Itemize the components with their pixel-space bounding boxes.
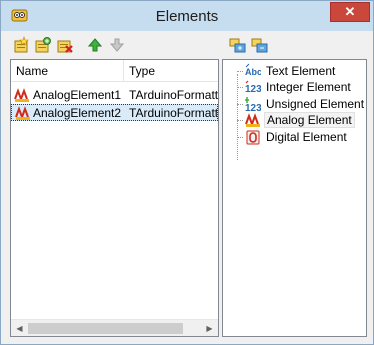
palette-item-text-element[interactable]: Abc Text Element	[223, 63, 366, 79]
palette-item-label: Digital Element	[266, 130, 347, 144]
row-name: AnalogElement1	[33, 88, 122, 102]
tree-connector	[237, 104, 243, 105]
move-down-icon	[109, 38, 125, 52]
text-abc-icon: Abc	[245, 63, 261, 77]
move-down-button[interactable]	[107, 35, 127, 55]
palette-item-unsigned-element[interactable]: 123 Unsigned Element	[223, 96, 366, 112]
add-element-button[interactable]	[12, 35, 32, 55]
row-name: AnalogElement2	[33, 106, 122, 120]
expand-tree-button[interactable]	[228, 35, 248, 55]
digital-icon	[246, 130, 260, 145]
palette-item-label: Unsigned Element	[266, 97, 365, 111]
palette-item-label: Integer Element	[266, 80, 351, 94]
svg-text:123: 123	[245, 103, 261, 112]
analog-icon	[14, 88, 29, 102]
delete-element-icon	[57, 40, 73, 53]
close-button[interactable]: ✕	[330, 2, 370, 22]
unsigned-123-icon: 123	[245, 97, 261, 112]
table-row-selected[interactable]: AnalogElement2 TArduinoFormatte	[11, 104, 218, 121]
element-palette-tree[interactable]: Abc Text Element 123 Integer Element 123	[222, 59, 367, 337]
scrollbar-thumb[interactable]	[28, 323, 183, 334]
row-type: TArduinoFormatte	[129, 106, 217, 120]
scroll-left-button[interactable]: ◀	[11, 320, 28, 337]
table-row[interactable]: AnalogElement1 TArduinoFormatte	[11, 87, 218, 104]
collapse-tree-icon	[251, 38, 268, 53]
palette-item-digital-element[interactable]: Digital Element	[223, 129, 366, 145]
tree-connector	[237, 71, 243, 72]
client-area: Name Type AnalogElement1 TArduinoFormatt…	[8, 31, 367, 339]
tree-connector	[237, 87, 243, 88]
palette-item-analog-element[interactable]: Analog Element	[223, 112, 366, 128]
horizontal-scrollbar[interactable]: ◀ ▶	[11, 319, 218, 336]
palette-item-label: Text Element	[266, 64, 336, 78]
column-header-name[interactable]: Name	[11, 60, 123, 82]
elements-window: Elements ✕ Name Type AnalogElement1 TArd…	[0, 0, 374, 345]
palette-item-integer-element[interactable]: 123 Integer Element	[223, 79, 366, 95]
svg-text:Abc: Abc	[245, 67, 261, 77]
column-header-type[interactable]: Type	[124, 60, 218, 82]
add-group-button[interactable]	[33, 35, 53, 55]
tree-connector	[237, 120, 243, 121]
analog-icon	[15, 106, 30, 120]
expand-tree-icon	[229, 38, 246, 53]
integer-123-icon: 123	[245, 80, 261, 95]
scroll-right-button[interactable]: ▶	[201, 320, 218, 337]
analog-icon	[245, 113, 260, 127]
add-element-icon	[14, 36, 29, 53]
add-group-icon	[35, 37, 51, 53]
palette-item-label: Analog Element	[264, 112, 355, 128]
title-bar[interactable]: Elements ✕	[1, 1, 373, 31]
delete-element-button[interactable]	[55, 35, 75, 55]
move-up-button[interactable]	[85, 35, 105, 55]
list-header: Name Type	[11, 60, 218, 82]
collapse-tree-button[interactable]	[250, 35, 270, 55]
tree-connector	[237, 137, 243, 138]
row-type: TArduinoFormatte	[129, 88, 218, 102]
window-title: Elements	[155, 8, 219, 25]
elements-list[interactable]: Name Type AnalogElement1 TArduinoFormatt…	[10, 59, 219, 337]
move-up-icon	[87, 38, 103, 52]
svg-text:123: 123	[245, 84, 261, 95]
